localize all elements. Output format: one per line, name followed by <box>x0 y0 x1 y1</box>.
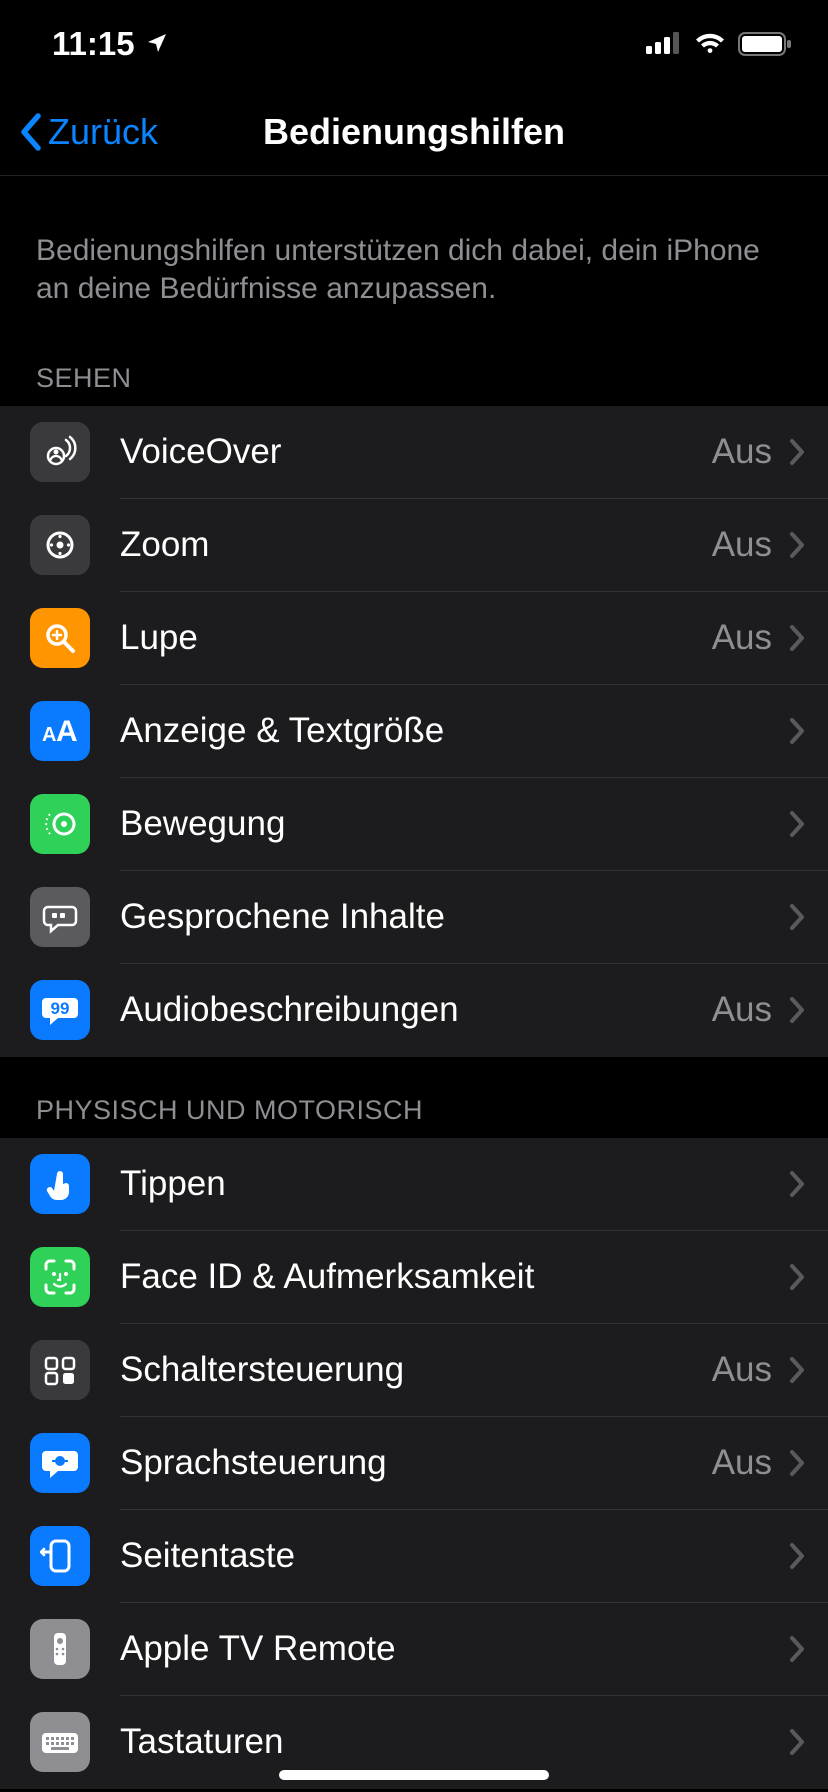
row-label: Zoom <box>120 525 712 565</box>
row-value: Aus <box>712 1443 772 1483</box>
row-body: Anzeige & Textgröße <box>120 685 828 778</box>
settings-group: Tippen Face ID & Aufmerksamkeit Schalter… <box>0 1138 828 1789</box>
row-label: Gesprochene Inhalte <box>120 897 788 937</box>
row-body: Seitentaste <box>120 1510 828 1603</box>
zoom-icon <box>30 515 90 575</box>
row-body: VoiceOverAus <box>120 406 828 499</box>
chevron-right-icon <box>788 530 806 560</box>
touch-icon <box>30 1154 90 1214</box>
row-touch[interactable]: Tippen <box>0 1138 828 1231</box>
motion-icon <box>30 794 90 854</box>
row-side[interactable]: Seitentaste <box>0 1510 828 1603</box>
row-faceid[interactable]: Face ID & Aufmerksamkeit <box>0 1231 828 1324</box>
cellular-icon <box>646 32 682 56</box>
row-motion[interactable]: Bewegung <box>0 778 828 871</box>
row-body: SchaltersteuerungAus <box>120 1324 828 1417</box>
row-body: Face ID & Aufmerksamkeit <box>120 1231 828 1324</box>
row-body: Apple TV Remote <box>120 1603 828 1696</box>
status-right <box>646 31 792 57</box>
remote-icon <box>30 1619 90 1679</box>
row-body: Tippen <box>120 1138 828 1231</box>
nav-bar: Zurück Bedienungshilfen <box>0 88 828 176</box>
row-body: Bewegung <box>120 778 828 871</box>
svg-text:99: 99 <box>51 999 70 1018</box>
chevron-right-icon <box>788 1634 806 1664</box>
row-voiceover[interactable]: VoiceOverAus <box>0 406 828 499</box>
chevron-right-icon <box>788 716 806 746</box>
chevron-right-icon <box>788 1448 806 1478</box>
chevron-right-icon <box>788 902 806 932</box>
status-bar: 11:15 <box>0 0 828 88</box>
row-lupe[interactable]: LupeAus <box>0 592 828 685</box>
battery-icon <box>738 31 792 57</box>
faceid-icon <box>30 1247 90 1307</box>
row-label: Lupe <box>120 618 712 658</box>
row-body: SprachsteuerungAus <box>120 1417 828 1510</box>
voice-icon <box>30 1433 90 1493</box>
svg-text:A: A <box>56 715 78 748</box>
row-label: VoiceOver <box>120 432 712 472</box>
chevron-right-icon <box>788 995 806 1025</box>
chevron-left-icon <box>18 112 44 152</box>
row-label: Audiobeschreibungen <box>120 990 712 1030</box>
row-label: Sprachsteuerung <box>120 1443 712 1483</box>
settings-group: VoiceOverAus ZoomAus LupeAus A A Anzeige… <box>0 406 828 1057</box>
chevron-right-icon <box>788 809 806 839</box>
audiodesc-icon: 99 <box>30 980 90 1040</box>
location-icon <box>145 25 169 63</box>
row-body: Gesprochene Inhalte <box>120 871 828 964</box>
section-header: PHYSISCH UND MOTORISCH <box>0 1057 828 1138</box>
intro-text: Bedienungshilfen unterstützen dich dabei… <box>0 176 828 325</box>
row-label: Schaltersteuerung <box>120 1350 712 1390</box>
row-appletv[interactable]: Apple TV Remote <box>0 1603 828 1696</box>
row-spoken[interactable]: Gesprochene Inhalte <box>0 871 828 964</box>
row-body: AudiobeschreibungenAus <box>120 964 828 1057</box>
status-left: 11:15 <box>52 25 169 63</box>
magnifier-icon <box>30 608 90 668</box>
chevron-right-icon <box>788 1541 806 1571</box>
row-audiodesc[interactable]: 99 AudiobeschreibungenAus <box>0 964 828 1057</box>
back-button[interactable]: Zurück <box>0 111 158 153</box>
row-switch[interactable]: SchaltersteuerungAus <box>0 1324 828 1417</box>
row-value: Aus <box>712 432 772 472</box>
keyboard-icon <box>30 1712 90 1772</box>
row-label: Tippen <box>120 1164 788 1204</box>
row-value: Aus <box>712 618 772 658</box>
section-header: SEHEN <box>0 325 828 406</box>
wifi-icon <box>694 32 726 56</box>
voiceover-icon <box>30 422 90 482</box>
content: Bedienungshilfen unterstützen dich dabei… <box>0 176 828 1789</box>
back-label: Zurück <box>48 111 158 153</box>
row-label: Face ID & Aufmerksamkeit <box>120 1257 788 1297</box>
chevron-right-icon <box>788 1355 806 1385</box>
row-display[interactable]: A A Anzeige & Textgröße <box>0 685 828 778</box>
speech-icon <box>30 887 90 947</box>
chevron-right-icon <box>788 1169 806 1199</box>
row-label: Tastaturen <box>120 1722 788 1762</box>
sidebutton-icon <box>30 1526 90 1586</box>
status-time: 11:15 <box>52 25 135 63</box>
row-value: Aus <box>712 525 772 565</box>
row-value: Aus <box>712 990 772 1030</box>
row-body: ZoomAus <box>120 499 828 592</box>
home-indicator[interactable] <box>279 1770 549 1780</box>
row-label: Seitentaste <box>120 1536 788 1576</box>
chevron-right-icon <box>788 623 806 653</box>
row-label: Anzeige & Textgröße <box>120 711 788 751</box>
row-body: LupeAus <box>120 592 828 685</box>
row-value: Aus <box>712 1350 772 1390</box>
row-label: Apple TV Remote <box>120 1629 788 1669</box>
row-zoom[interactable]: ZoomAus <box>0 499 828 592</box>
row-voice[interactable]: SprachsteuerungAus <box>0 1417 828 1510</box>
row-label: Bewegung <box>120 804 788 844</box>
textsize-icon: A A <box>30 701 90 761</box>
chevron-right-icon <box>788 437 806 467</box>
svg-text:A: A <box>42 724 56 746</box>
chevron-right-icon <box>788 1262 806 1292</box>
switch-icon <box>30 1340 90 1400</box>
chevron-right-icon <box>788 1727 806 1757</box>
